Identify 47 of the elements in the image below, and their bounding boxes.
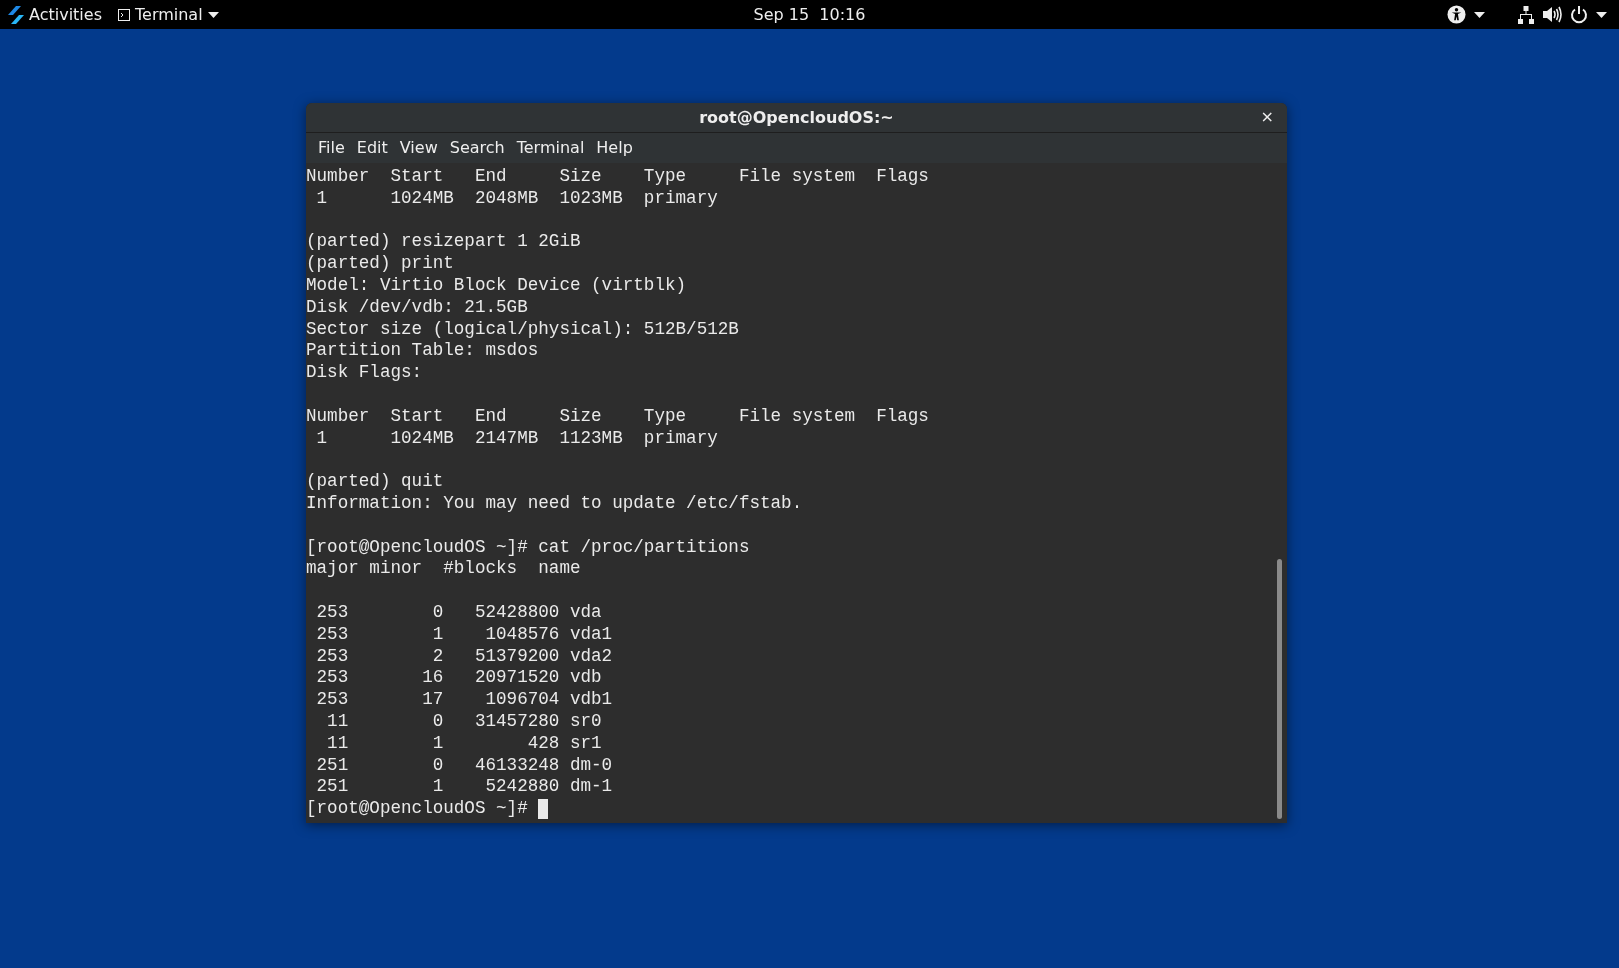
logo-icon <box>8 5 24 24</box>
terminal-line: 1 1024MB 2048MB 1023MB primary <box>315 187 718 210</box>
menu-item[interactable]: Help <box>590 136 639 160</box>
window-title: root@OpencloudOS:~ <box>699 106 894 129</box>
terminal-line: Disk Flags: <box>306 362 423 384</box>
activities-button[interactable]: Activities <box>29 2 102 27</box>
menu-item[interactable]: Terminal <box>510 136 591 160</box>
menu-item[interactable]: Search <box>443 136 511 160</box>
shell-prompt: [root@OpencloudOS ~]# <box>306 798 529 820</box>
menu-item[interactable]: File <box>312 136 351 160</box>
caret-icon[interactable] <box>1474 11 1485 18</box>
terminal-line: 11 1 428 sr1 <box>326 732 602 755</box>
terminal-line: 253 0 52428800 vda <box>315 601 602 624</box>
terminal-icon <box>118 8 130 21</box>
close-button[interactable]: × <box>1257 107 1277 127</box>
terminal-line: 251 1 5242880 dm-1 <box>315 776 613 799</box>
menu-item[interactable]: Edit <box>350 136 394 160</box>
volume-icon[interactable] <box>1543 6 1562 23</box>
scrollbar-thumb[interactable] <box>1277 559 1282 819</box>
accessibility-icon[interactable] <box>1447 5 1466 24</box>
terminal-line: Information: You may need to update /etc/fstab. <box>306 492 803 515</box>
app-menu[interactable]: Terminal <box>118 2 219 27</box>
network-icon[interactable] <box>1517 5 1535 24</box>
terminal-line: Number Start End Size Type File system Flags <box>306 405 929 428</box>
terminal-line: Sector size (logical/physical): 512B/512B <box>306 318 739 341</box>
terminal-line: 1 1024MB 2147MB 1123MB primary <box>315 427 718 450</box>
terminal-line: 253 1 1048576 vda1 <box>315 623 613 646</box>
menu-item[interactable]: View <box>393 136 444 160</box>
power-icon[interactable] <box>1570 5 1588 24</box>
terminal-line: (parted) print <box>306 253 454 275</box>
terminal-line: 11 0 31457280 sr0 <box>326 710 602 733</box>
terminal-line: 253 17 1096704 vdb1 <box>315 689 613 711</box>
terminal-line: Disk /dev/vdb: 21.5GB <box>306 296 528 319</box>
text-cursor <box>538 799 549 819</box>
caret-icon <box>207 11 219 18</box>
terminal-line: 253 2 51379200 vda2 <box>315 645 613 668</box>
terminal-line: Number Start End Size Type File system Flags <box>306 166 929 188</box>
caret-icon[interactable] <box>1596 11 1607 18</box>
terminal-line: 251 0 46133248 dm-0 <box>315 754 613 777</box>
terminal-line: (parted) quit <box>306 471 444 493</box>
terminal-line: Partition Table: msdos <box>306 340 539 363</box>
terminal-line: Model: Virtio Block Device (virtblk) <box>306 275 687 297</box>
clock[interactable]: Sep 15 10:16 <box>753 0 866 29</box>
terminal-line: [root@OpencloudOS ~]# cat /proc/partitions <box>306 536 750 559</box>
terminal-line: (parted) resizepart 1 2GiB <box>306 231 581 254</box>
terminal-line: 253 16 20971520 vdb <box>315 667 602 690</box>
terminal-line: major minor #blocks name <box>306 558 581 581</box>
